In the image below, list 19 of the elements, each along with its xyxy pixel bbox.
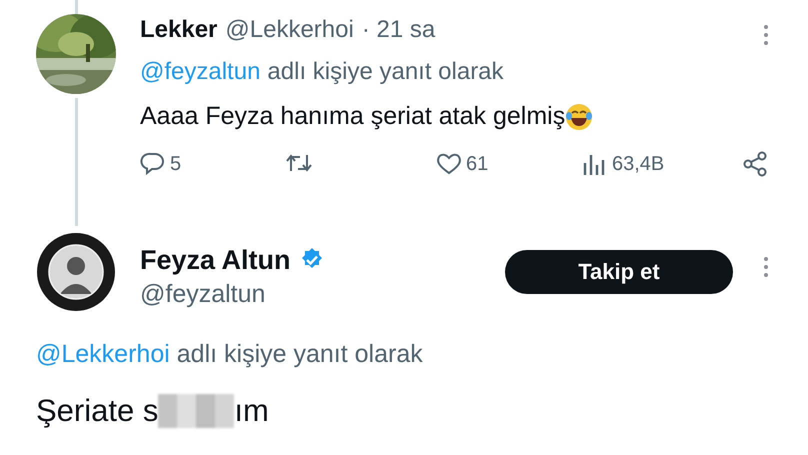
more-icon[interactable] xyxy=(762,256,770,278)
stat-count: 61 xyxy=(466,152,488,176)
tweet-time: · 21 sa xyxy=(362,16,436,44)
laughing-emoji-icon xyxy=(565,102,594,130)
tweet-text: Şeriate s xyxy=(36,393,158,429)
heart-icon[interactable] xyxy=(436,151,462,177)
author-name: Feyza Altun xyxy=(140,244,291,276)
stat-count: 63,4B xyxy=(612,152,664,176)
tweet-text: ım xyxy=(234,393,269,429)
reply-context: adlı kişiye yanıt olarak xyxy=(267,58,504,86)
author-name: Lekker xyxy=(140,16,218,44)
follow-button[interactable]: Takip et xyxy=(505,250,733,294)
reply-context: adlı kişiye yanıt olarak xyxy=(176,340,423,369)
tweet-text: Aaaa Feyza hanıma şeriat atak gelmiş xyxy=(140,102,566,131)
stat-count: 5 xyxy=(170,152,182,176)
more-icon[interactable] xyxy=(762,24,770,46)
user-handle[interactable]: @Lekkerhoi xyxy=(225,16,354,44)
share-icon[interactable] xyxy=(742,151,768,177)
reply-icon[interactable] xyxy=(140,151,166,177)
